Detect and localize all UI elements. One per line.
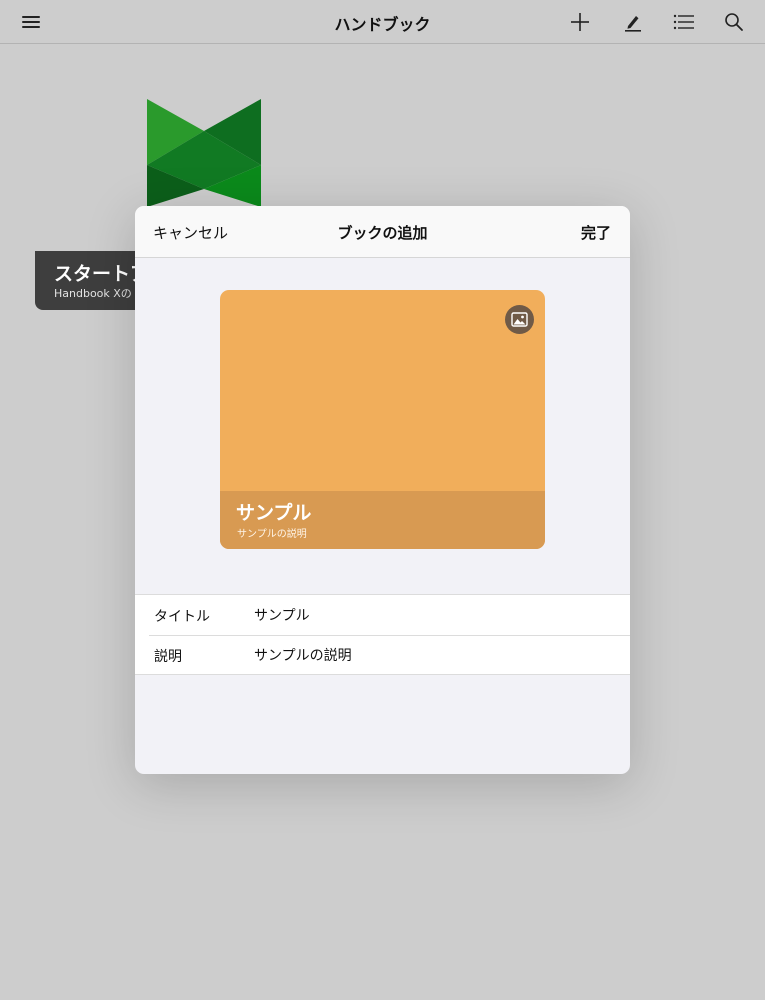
pencil-icon[interactable] — [619, 8, 647, 36]
list-icon[interactable] — [670, 8, 698, 36]
navigation-bar: ハンドブック — [0, 0, 765, 44]
dialog-header: キャンセル ブックの追加 完了 — [135, 206, 630, 258]
cover-title: サンプル — [236, 502, 312, 524]
page-title: ハンドブック — [334, 15, 431, 34]
description-row: 説明 — [135, 635, 630, 675]
done-button[interactable]: 完了 — [581, 222, 611, 243]
title-row: タイトル — [135, 595, 630, 636]
plus-icon[interactable] — [566, 8, 594, 36]
title-field-label: タイトル — [154, 609, 210, 625]
title-field[interactable] — [254, 601, 614, 629]
description-field-label: 説明 — [154, 649, 182, 665]
image-icon[interactable] — [505, 305, 534, 334]
add-book-dialog: キャンセル ブックの追加 完了 サンプル サンプルの説明 タイトル 説明 — [135, 206, 630, 774]
handbook-logo[interactable] — [147, 99, 261, 207]
description-field[interactable] — [254, 641, 614, 669]
cover-title-band: サンプル サンプルの説明 — [220, 491, 545, 549]
cover-description: サンプルの説明 — [237, 529, 307, 540]
dialog-title: ブックの追加 — [337, 224, 428, 242]
book-subtitle: Handbook Xの — [54, 287, 132, 300]
book-info-form: タイトル 説明 — [135, 594, 630, 675]
search-icon[interactable] — [720, 8, 748, 36]
book-cover-preview[interactable]: サンプル サンプルの説明 — [220, 290, 545, 549]
